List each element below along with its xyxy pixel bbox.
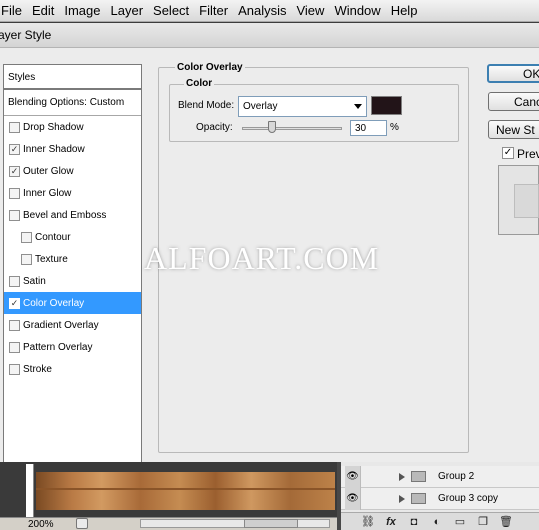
style-item-inner-shadow[interactable]: ✓ Inner Shadow	[4, 138, 141, 160]
chevron-down-icon	[354, 104, 362, 109]
drop-shadow-checkbox[interactable]	[9, 121, 20, 133]
menu-help[interactable]: Help	[386, 3, 423, 18]
opacity-label: Opacity:	[196, 122, 233, 133]
texture-checkbox[interactable]	[21, 253, 32, 265]
style-item-label: Contour	[35, 231, 71, 243]
style-item-outer-glow[interactable]: ✓ Outer Glow	[4, 160, 141, 182]
wood-texture-image	[36, 472, 335, 510]
style-item-stroke[interactable]: Stroke	[4, 358, 141, 380]
style-item-label: Drop Shadow	[23, 121, 84, 133]
style-item-satin[interactable]: Satin	[4, 270, 141, 292]
inner-shadow-checkbox[interactable]: ✓	[9, 143, 20, 155]
style-item-label: Stroke	[23, 363, 52, 375]
expand-triangle-icon[interactable]	[399, 472, 405, 481]
preview-label: Prev	[517, 147, 539, 161]
cancel-button[interactable]: Canc	[488, 92, 539, 111]
menu-image[interactable]: Image	[59, 3, 105, 18]
color-overlay-title: Color Overlay	[175, 62, 245, 73]
dialog-title: ayer Style	[0, 28, 52, 42]
outer-glow-checkbox[interactable]: ✓	[9, 165, 20, 177]
menu-select[interactable]: Select	[148, 3, 194, 18]
style-item-bevel-emboss[interactable]: Bevel and Emboss	[4, 204, 141, 226]
style-item-inner-glow[interactable]: Inner Glow	[4, 182, 141, 204]
color-overlay-checkbox[interactable]: ✓	[9, 297, 20, 309]
menu-edit[interactable]: Edit	[27, 3, 59, 18]
blend-mode-label: Blend Mode:	[178, 100, 235, 111]
style-item-texture[interactable]: Texture	[4, 248, 141, 270]
mask-icon[interactable]: ◘	[407, 516, 421, 528]
style-item-color-overlay[interactable]: ✓ Color Overlay	[4, 292, 141, 314]
styles-list: Styles Blending Options: Custom Drop Sha…	[3, 64, 142, 497]
style-item-gradient-overlay[interactable]: Gradient Overlay	[4, 314, 141, 336]
layer-row[interactable]: 👁 Group 2	[341, 465, 539, 488]
overlay-color-swatch[interactable]	[371, 96, 402, 115]
expand-triangle-icon[interactable]	[399, 494, 405, 503]
style-item-label: Pattern Overlay	[23, 341, 93, 353]
inner-glow-checkbox[interactable]	[9, 187, 20, 199]
menu-filter[interactable]: Filter	[194, 3, 233, 18]
folder-icon	[411, 493, 426, 504]
menu-view[interactable]: View	[291, 3, 329, 18]
opacity-unit: %	[390, 122, 399, 133]
folder-icon[interactable]: ▭	[453, 515, 467, 528]
zoom-level[interactable]: 200%	[28, 519, 54, 530]
layers-toolbar: ⛓ fx ◘ ◐ ▭ ❐ 🗑	[341, 512, 539, 530]
styles-header[interactable]: Styles	[4, 65, 141, 90]
horizontal-scrollbar[interactable]	[140, 519, 330, 528]
ok-button[interactable]: OK	[487, 64, 539, 83]
style-item-pattern-overlay[interactable]: Pattern Overlay	[4, 336, 141, 358]
style-item-label: Texture	[35, 253, 68, 265]
style-item-contour[interactable]: Contour	[4, 226, 141, 248]
gradient-overlay-checkbox[interactable]	[9, 319, 20, 331]
document-info-icon[interactable]	[76, 518, 88, 529]
layer-name: Group 3 copy	[438, 493, 499, 504]
menu-bar: File Edit Image Layer Select Filter Anal…	[0, 0, 539, 22]
style-item-label: Gradient Overlay	[23, 319, 99, 331]
layer-row[interactable]: 👁 Group 3 copy	[341, 487, 539, 510]
dialog-titlebar[interactable]: ayer Style	[0, 23, 539, 48]
bevel-emboss-checkbox[interactable]	[9, 209, 20, 221]
satin-checkbox[interactable]	[9, 275, 20, 287]
scrollbar-thumb[interactable]	[244, 519, 298, 528]
preview-checkbox[interactable]: ✓	[502, 147, 514, 159]
visibility-eye-icon[interactable]: 👁	[345, 465, 361, 488]
blending-options-item[interactable]: Blending Options: Custom	[4, 90, 141, 116]
style-preview-swatch	[514, 184, 539, 218]
blend-mode-value: Overlay	[243, 101, 278, 112]
stroke-checkbox[interactable]	[9, 363, 20, 375]
pattern-overlay-checkbox[interactable]	[9, 341, 20, 353]
color-subgroup-title: Color	[184, 78, 215, 89]
opacity-slider-track[interactable]	[242, 127, 342, 130]
new-style-button[interactable]: New St	[488, 120, 539, 139]
visibility-eye-icon[interactable]: 👁	[345, 487, 361, 510]
contour-checkbox[interactable]	[21, 231, 32, 243]
opacity-slider-thumb[interactable]	[268, 121, 276, 133]
watermark: ALFOART.COM	[144, 240, 380, 276]
layer-name: Group 2	[438, 471, 475, 482]
blend-mode-select[interactable]: Overlay	[238, 96, 367, 117]
menu-layer[interactable]: Layer	[106, 3, 149, 18]
adjustment-icon[interactable]: ◐	[430, 516, 444, 528]
folder-icon	[411, 471, 426, 482]
menu-window[interactable]: Window	[329, 3, 385, 18]
style-item-label: Inner Shadow	[23, 143, 85, 155]
new-layer-icon[interactable]: ❐	[476, 515, 490, 528]
link-icon[interactable]: ⛓	[361, 515, 375, 528]
style-item-drop-shadow[interactable]: Drop Shadow	[4, 116, 141, 138]
style-item-label: Satin	[23, 275, 46, 287]
style-item-label: Bevel and Emboss	[23, 209, 107, 221]
style-item-label: Inner Glow	[23, 187, 72, 199]
menu-analysis[interactable]: Analysis	[233, 3, 291, 18]
wood-grain	[36, 488, 335, 490]
style-item-label: Color Overlay	[23, 297, 85, 309]
style-item-label: Outer Glow	[23, 165, 74, 177]
trash-icon[interactable]: 🗑	[499, 515, 513, 528]
vertical-ruler	[26, 464, 34, 520]
opacity-input[interactable]: 30	[350, 120, 387, 136]
fx-icon[interactable]: fx	[384, 516, 398, 528]
menu-file[interactable]: File	[0, 3, 27, 18]
